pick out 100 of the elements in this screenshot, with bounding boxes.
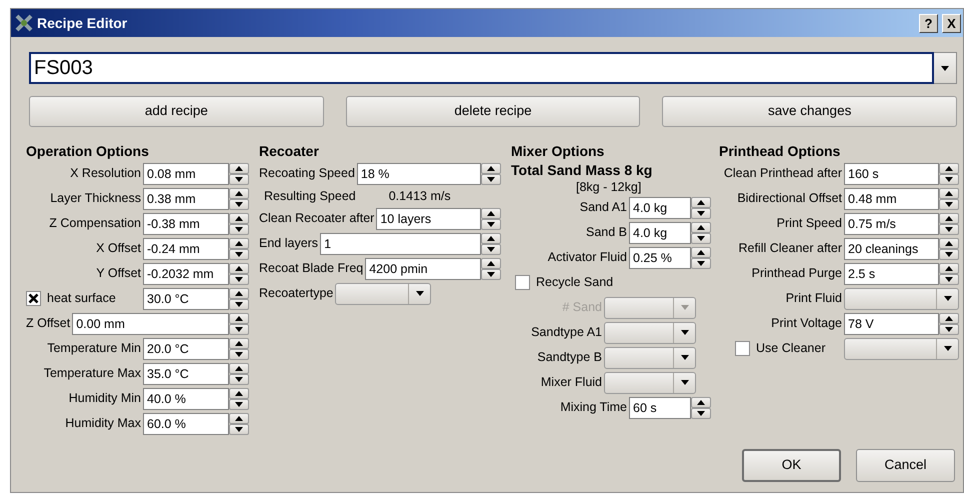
spin-field[interactable]: 20.0 °C [143,338,229,360]
step-down-button[interactable] [691,208,711,218]
step-up-button[interactable] [481,232,501,244]
step-up-button[interactable] [229,338,249,348]
caret-icon [944,296,952,301]
step-up-button[interactable] [229,362,249,374]
spin-field[interactable]: 4.0 kg [629,196,691,218]
spin-field[interactable]: 0.00 mm [72,312,229,334]
recipe-field[interactable]: FS003 [29,52,934,84]
spin-field[interactable]: 4.0 kg [629,222,691,244]
spin-field[interactable]: 35.0 °C [143,362,229,384]
step-down-button[interactable] [229,198,249,210]
checkbox[interactable] [735,341,750,356]
step-up-button[interactable] [229,238,249,248]
step-down-button[interactable] [229,174,249,184]
step-down-button[interactable] [229,274,249,284]
step-up-button[interactable] [229,388,249,398]
step-down-button[interactable] [939,274,959,284]
spin-field[interactable]: 0.38 mm [143,188,229,210]
step-down-button[interactable] [939,224,959,234]
step-down-button[interactable] [229,248,249,260]
help-button[interactable]: ? [919,14,938,32]
cancel-button[interactable]: Cancel [856,449,955,482]
down-arrow-icon [235,352,243,356]
step-down-button[interactable] [229,348,249,360]
action-button[interactable]: add recipe [29,96,324,127]
close-button[interactable]: X [942,14,961,32]
spin-field[interactable]: 0.75 m/s [844,212,939,234]
step-up-button[interactable] [691,396,711,408]
check-mark-icon [28,293,39,304]
step-up-button[interactable] [229,212,249,224]
spin-field[interactable]: 78 V [844,312,939,334]
spin-field[interactable]: 0.48 mm [844,188,939,210]
spin-field[interactable]: 2.5 s [844,262,939,284]
step-down-button[interactable] [939,248,959,260]
down-arrow-icon [945,226,953,232]
step-up-button[interactable] [939,312,959,324]
spin-field[interactable]: 20 cleanings [844,238,939,260]
down-arrow-icon [697,410,705,416]
step-up-button[interactable] [939,162,959,174]
step-down-button[interactable] [691,258,711,268]
field-label: Print Fluid [784,290,843,308]
step-up-button[interactable] [229,312,249,324]
spin-field[interactable]: 30.0 °C [143,288,229,310]
step-down-button[interactable] [229,298,249,310]
step-up-button[interactable] [691,246,711,258]
section-heading: Recoater [259,142,319,161]
step-up-button[interactable] [691,196,711,208]
spin-field[interactable]: 160 s [844,162,939,184]
step-down-button[interactable] [939,198,959,210]
step-up-button[interactable] [481,258,501,268]
checkbox[interactable] [26,291,41,306]
checkbox[interactable] [515,275,530,290]
spin-field[interactable]: 10 layers [376,208,481,230]
field-label: Sand B [584,224,628,242]
step-down-button[interactable] [939,174,959,184]
ok-button[interactable]: OK [742,449,841,482]
step-up-button[interactable] [939,212,959,224]
window-title: Recipe Editor [37,14,128,33]
spin-field[interactable]: 40.0 % [143,388,229,410]
spin-field[interactable]: 4200 pmin [365,258,481,280]
step-down-button[interactable] [229,374,249,384]
action-button[interactable]: delete recipe [346,96,640,127]
step-down-button[interactable] [691,232,711,244]
field-label: Clean Printhead after [722,165,843,182]
step-down-button[interactable] [229,324,249,334]
step-up-button[interactable] [229,288,249,298]
step-down-button[interactable] [481,174,501,184]
step-down-button[interactable] [481,244,501,254]
step-up-button[interactable] [939,188,959,198]
spin-field[interactable]: 60.0 % [143,412,229,434]
step-down-button[interactable] [691,408,711,418]
up-arrow-icon [235,216,243,220]
readout-label: Resulting Speed [264,188,356,205]
action-button[interactable]: save changes [662,96,958,127]
step-up-button[interactable] [481,208,501,218]
spin-field[interactable]: 1 [320,232,481,254]
spin-field[interactable]: 0.25 % [629,246,691,268]
step-down-button[interactable] [229,398,249,410]
step-down-button[interactable] [229,424,249,434]
spin-field[interactable]: -0.2032 mm [143,262,229,284]
spin-field[interactable]: -0.38 mm [143,212,229,234]
spin-field[interactable]: 18 % [356,162,481,184]
down-arrow-icon [487,222,495,226]
spin-field[interactable]: -0.24 mm [143,238,229,260]
spin-field[interactable]: 60 s [629,396,691,418]
step-up-button[interactable] [939,238,959,248]
dropdown-button[interactable] [934,52,957,84]
step-up-button[interactable] [691,222,711,232]
step-up-button[interactable] [229,162,249,174]
step-down-button[interactable] [939,324,959,334]
step-up-button[interactable] [481,162,501,174]
step-up-button[interactable] [229,188,249,198]
spin-field[interactable]: 0.08 mm [143,162,229,184]
step-up-button[interactable] [939,262,959,274]
step-down-button[interactable] [481,218,501,230]
step-down-button[interactable] [481,268,501,280]
step-up-button[interactable] [229,262,249,274]
step-down-button[interactable] [229,224,249,234]
step-up-button[interactable] [229,412,249,424]
